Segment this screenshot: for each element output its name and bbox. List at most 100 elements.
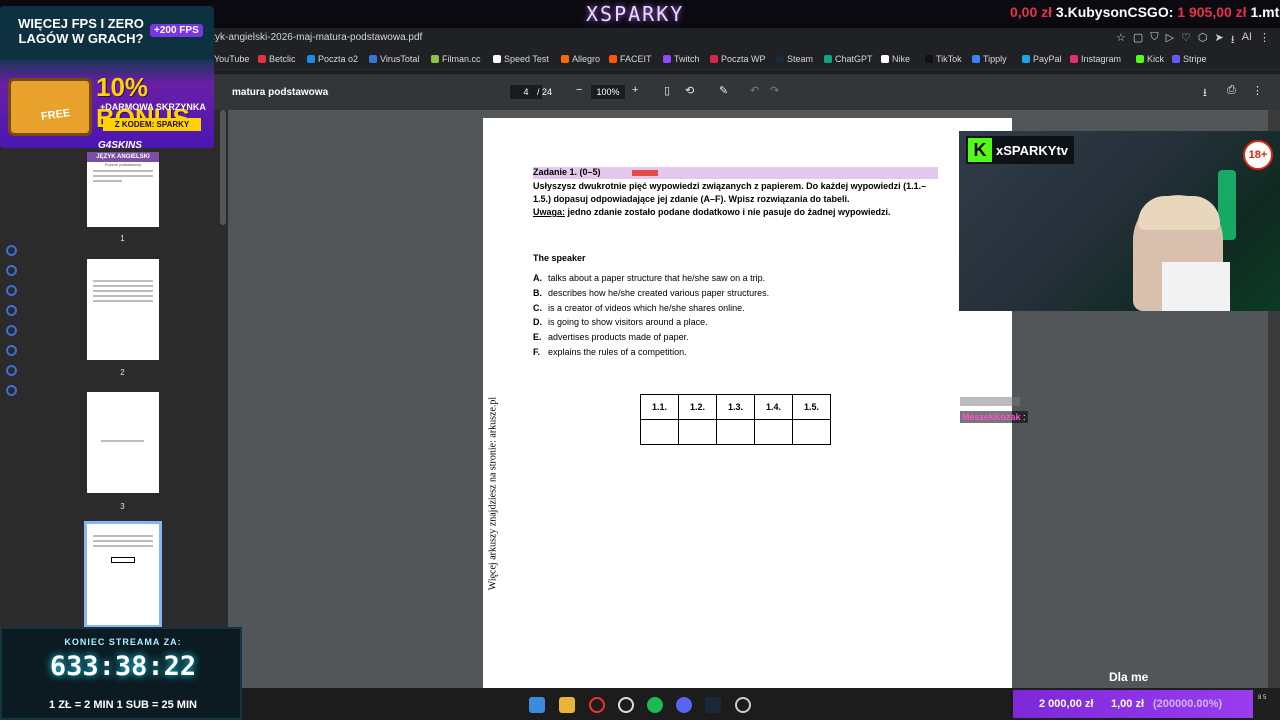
fit-page-icon[interactable]: ▯ <box>664 84 670 97</box>
side-icon-5[interactable] <box>6 325 17 336</box>
side-icon-8[interactable] <box>6 385 17 396</box>
print-icon[interactable]: ⎙ <box>1227 84 1236 97</box>
thumb-subcaption: Poziom podstawowy <box>104 162 142 167</box>
annotate-icon[interactable]: ✎ <box>719 84 728 97</box>
thumbnail-page-3[interactable] <box>87 392 159 493</box>
menu-icon[interactable]: ⋮ <box>1259 31 1270 50</box>
bookmark-faceit[interactable]: FACEIT <box>609 54 652 64</box>
discord-icon[interactable] <box>676 697 692 713</box>
bookmark-favicon-icon <box>609 55 617 63</box>
table-answer-row <box>640 419 831 445</box>
side-text: Więcej arkuszy znajdziesz na stronie: ar… <box>488 388 499 598</box>
bookmark-label: Instagram <box>1081 54 1122 64</box>
bookmark-poczta-wp[interactable]: Poczta WP <box>710 54 766 64</box>
download-icon[interactable]: ⭳ <box>1231 31 1235 50</box>
redo-icon[interactable]: ↷ <box>770 84 779 97</box>
undo-icon[interactable]: ↶ <box>750 84 759 97</box>
thumb-line <box>93 545 153 547</box>
spotify-icon[interactable] <box>647 697 663 713</box>
bookmark-icon[interactable]: ☆ <box>1116 31 1126 50</box>
side-icon-1[interactable] <box>6 245 17 256</box>
bookmark-chatgpt[interactable]: ChatGPT <box>824 54 873 64</box>
bookmark-paypal[interactable]: PayPal <box>1022 54 1062 64</box>
bookmark-label: Speed Test <box>504 54 549 64</box>
ai-button[interactable]: AI <box>1242 31 1252 50</box>
thumb-line <box>93 170 153 172</box>
start-icon[interactable] <box>529 697 545 713</box>
pdf-page: Zadanie 1. (0–5) Usłyszysz dwukrotnie pi… <box>483 118 1012 688</box>
chat-separator: : <box>1020 412 1026 422</box>
play-icon[interactable]: ▷ <box>1166 31 1174 50</box>
webcam-hair <box>1138 196 1220 230</box>
bookmark-favicon-icon <box>1022 55 1030 63</box>
shield-icon[interactable]: ⛉ <box>1150 31 1158 50</box>
zoom-in-icon[interactable]: + <box>632 84 638 96</box>
option-c: C. is a creator of videos which he/she sh… <box>533 303 769 318</box>
side-icon-4[interactable] <box>6 305 17 316</box>
speaker-heading: The speaker <box>533 253 586 263</box>
bookmark-kick[interactable]: Kick <box>1136 54 1164 64</box>
bookmark-stripe[interactable]: Stripe <box>1172 54 1207 64</box>
bookmark-filman-cc[interactable]: Filman.cc <box>431 54 481 64</box>
bookmark-label: ChatGPT <box>835 54 873 64</box>
bookmark-label: VirusTotal <box>380 54 420 64</box>
sponsor-ad: WIĘCEJ FPS I ZERO LAGÓW W GRACH? +200 FP… <box>0 6 214 148</box>
heart-icon[interactable]: ♡ <box>1181 31 1191 50</box>
bookmark-virustotal[interactable]: VirusTotal <box>369 54 419 64</box>
side-icon-6[interactable] <box>6 345 17 356</box>
bookmark-speed-test[interactable]: Speed Test <box>493 54 549 64</box>
bookmark-allegro[interactable]: Allegro <box>561 54 600 64</box>
tray-numbers: 8 5 <box>1258 695 1267 701</box>
tab-title[interactable]: zyk-angielski-2026-maj-matura-podstawowa… <box>210 32 422 43</box>
bookmark-betclic[interactable]: Betclic <box>258 54 296 64</box>
bookmark-steam[interactable]: Steam <box>776 54 813 64</box>
stream-timer: KONIEC STREAMA ZA: 633:38:22 1 ZŁ = 2 MI… <box>0 627 242 720</box>
bookmark-nike[interactable]: Nike <box>881 54 910 64</box>
thumb-table <box>111 557 135 563</box>
settings-icon[interactable] <box>618 697 634 713</box>
bookmark-favicon-icon <box>1070 55 1078 63</box>
thumbnail-page-2[interactable] <box>87 259 159 360</box>
zoom-out-icon[interactable]: − <box>576 84 582 96</box>
download-pdf-icon[interactable]: ⭳ <box>1203 84 1207 103</box>
bookmark-label: Allegro <box>572 54 601 64</box>
note-label: Uwaga: <box>533 207 566 217</box>
extensions-icon[interactable]: ⬡ <box>1198 31 1208 50</box>
bookmark-label: Steam <box>787 54 814 64</box>
timer-value: 633:38:22 <box>49 651 197 682</box>
bookmark-tipply[interactable]: Tipply <box>972 54 1007 64</box>
chest-icon <box>8 78 92 136</box>
bookmark-label: YouTube <box>214 54 250 64</box>
send-icon[interactable]: ➤ <box>1215 31 1224 50</box>
thumbnail-page-4[interactable]: 4 <box>84 521 162 628</box>
file-explorer-icon[interactable] <box>559 697 575 713</box>
rotate-icon[interactable]: ⟲ <box>685 84 694 97</box>
thumb-line <box>93 175 153 177</box>
note-text: jedno zdanie zostało podane dodatkowo i … <box>565 207 891 217</box>
app-icon[interactable] <box>735 697 751 713</box>
browser-toolbar-icons: ☆ ▢ ⛉ ▷ ♡ ⬡ ➤ ⭳ AI ⋮ <box>1116 31 1270 50</box>
thumb-line <box>93 300 153 302</box>
thumbnail-page-1[interactable]: JĘZYK ANGIELSKI Poziom podstawowy <box>87 152 159 227</box>
bookmark-twitch[interactable]: Twitch <box>663 54 700 64</box>
bookmark-instagram[interactable]: Instagram <box>1070 54 1121 64</box>
more-options-icon[interactable]: ⋮ <box>1252 84 1263 97</box>
bookmark-label: Twitch <box>674 54 700 64</box>
screenshot-icon[interactable]: ▢ <box>1133 31 1143 50</box>
bookmark-tiktok[interactable]: TikTok <box>925 54 962 64</box>
table-header: 1.2. <box>678 394 717 420</box>
bookmark-poczta-o2[interactable]: Poczta o2 <box>307 54 358 64</box>
task-instruction: Usłyszysz dwukrotnie pięć wypowiedzi zwi… <box>533 180 943 219</box>
side-icon-3[interactable] <box>6 285 17 296</box>
steam-icon[interactable] <box>705 697 721 713</box>
side-icon-2[interactable] <box>6 265 17 276</box>
option-text: explains the rules of a competition. <box>548 346 687 357</box>
thumbnail-scrollbar[interactable] <box>220 110 226 225</box>
side-icon-7[interactable] <box>6 365 17 376</box>
opera-icon[interactable] <box>589 697 605 713</box>
thumbnail-label-1: 1 <box>120 234 125 243</box>
goal-current: 1,00 zł <box>1111 698 1145 710</box>
goal-target: 2 000,00 zł <box>1039 698 1094 710</box>
zoom-input[interactable]: 100% <box>591 85 625 99</box>
option-text: is a creator of videos which he/she shar… <box>548 302 745 313</box>
